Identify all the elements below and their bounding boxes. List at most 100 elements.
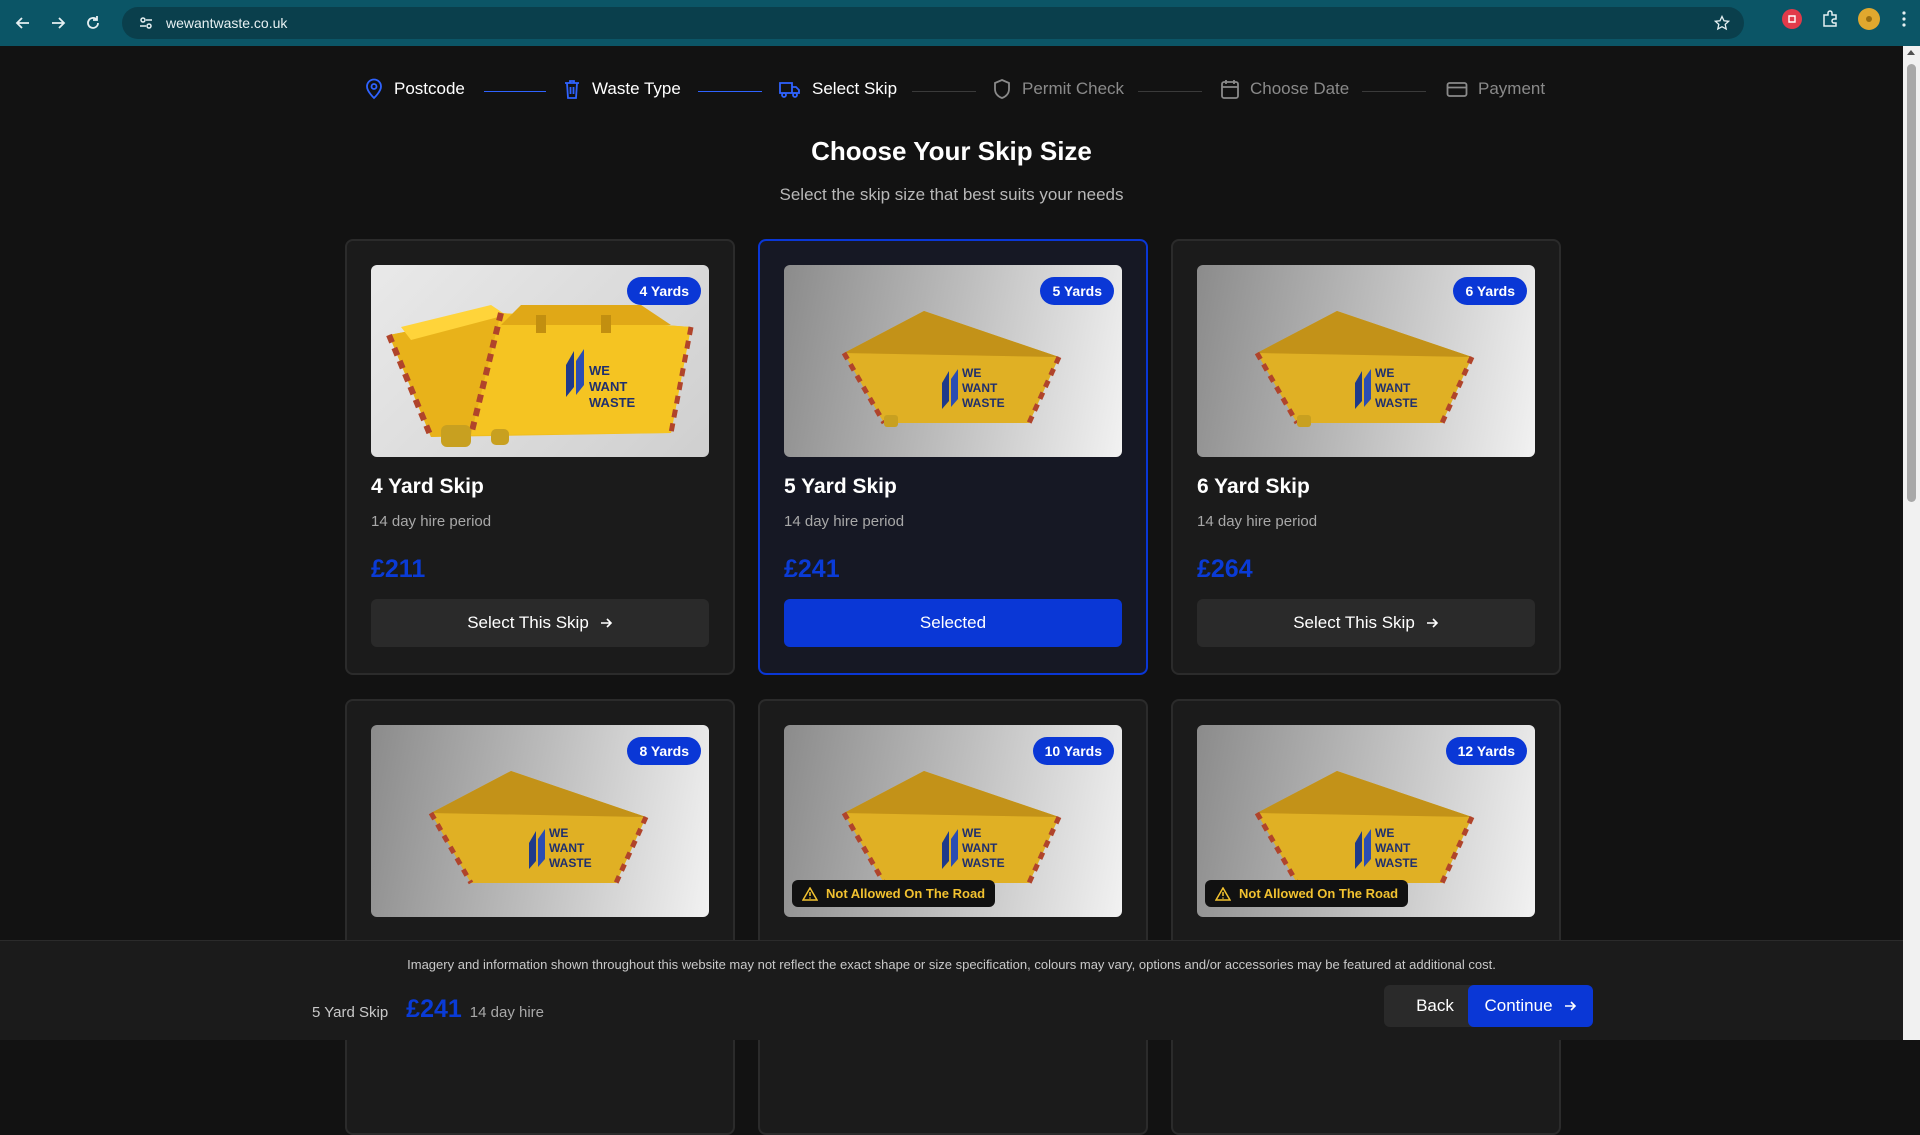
page-scrollbar[interactable] [1903, 46, 1920, 1040]
warning-triangle-icon [1215, 886, 1231, 901]
svg-text:WE: WE [1375, 826, 1394, 840]
arrow-right-icon [1564, 1001, 1576, 1011]
skip-title: 4 Yard Skip [371, 475, 484, 498]
step-permit-check[interactable]: Permit Check [992, 78, 1124, 100]
calendar-icon [1221, 80, 1239, 99]
forward-arrow-icon[interactable] [43, 8, 73, 38]
back-arrow-icon[interactable] [8, 8, 38, 38]
svg-text:WASTE: WASTE [962, 396, 1005, 410]
step-connector [1362, 91, 1426, 92]
step-payment[interactable]: Payment [1446, 78, 1545, 100]
scrollbar-thumb[interactable] [1907, 64, 1916, 502]
step-label: Select Skip [812, 79, 898, 98]
svg-text:WANT: WANT [962, 381, 998, 395]
url-text[interactable]: wewantwaste.co.uk [166, 15, 287, 31]
trash-icon [565, 80, 579, 99]
step-select-skip[interactable]: Select Skip [778, 78, 897, 100]
skip-card[interactable]: WE WANT WASTE 6 Yards 6 Yard Skip 14 day… [1171, 239, 1561, 675]
step-connector [912, 91, 976, 92]
svg-text:WASTE: WASTE [1375, 396, 1418, 410]
skip-image: WE WANT WASTE 6 Yards [1197, 265, 1535, 457]
yard-size-badge: 8 Yards [627, 737, 701, 765]
extension-icon[interactable] [1782, 9, 1802, 29]
hire-period: 14 day hire period [1197, 513, 1318, 530]
skip-card-selected[interactable]: WE WANT WASTE 5 Yards 5 Yard Skip 14 day… [758, 239, 1148, 675]
page-subtitle: Select the skip size that best suits you… [779, 185, 1124, 204]
selected-hire-period: 14 day hire [469, 1004, 545, 1021]
warning-text: Not Allowed On The Road [826, 886, 986, 901]
skip-image: WE WANT WASTE 10 Yards Not Allowed On Th… [784, 725, 1122, 917]
continue-button[interactable]: Continue [1468, 985, 1593, 1027]
skip-card[interactable]: WE WANT WASTE 10 Yards Not Allowed On Th… [758, 699, 1148, 1135]
truck-icon [779, 82, 800, 98]
selected-summary: 5 Yard Skip £241 14 day hire [312, 995, 544, 1024]
skip-title: 5 Yard Skip [784, 475, 897, 498]
road-warning-badge: Not Allowed On The Road [792, 880, 996, 907]
hire-period: 14 day hire period [371, 513, 492, 530]
bookmark-star-icon[interactable] [1712, 13, 1732, 33]
reload-icon[interactable] [78, 8, 108, 38]
yard-size-badge: 10 Yards [1032, 737, 1114, 765]
svg-text:WE: WE [549, 826, 568, 840]
yard-size-badge: 12 Yards [1445, 737, 1527, 765]
address-bar[interactable]: wewantwaste.co.uk [122, 7, 1744, 39]
extensions-puzzle-icon[interactable] [1820, 9, 1840, 29]
profile-avatar[interactable] [1858, 8, 1880, 30]
shield-icon [994, 79, 1010, 99]
select-skip-button[interactable]: Select This Skip [1197, 599, 1535, 647]
svg-text:WASTE: WASTE [589, 395, 636, 410]
skip-image: WE WANT WASTE 8 Yards [371, 725, 709, 917]
skip-card[interactable]: WE WANT WASTE 12 Yards Not Allowed On Th… [1171, 699, 1561, 1135]
svg-text:WANT: WANT [549, 841, 585, 855]
step-label: Waste Type [592, 79, 681, 98]
selected-skip-name: 5 Yard Skip [312, 1004, 389, 1021]
progress-steps: Postcode Waste Type Select Skip Permit C… [0, 78, 1903, 104]
back-button-label: Back [1416, 996, 1454, 1015]
browser-toolbar: wewantwaste.co.uk [0, 0, 1920, 46]
yard-size-badge: 5 Yards [1040, 277, 1114, 305]
select-skip-button[interactable]: Select This Skip [371, 599, 709, 647]
step-label: Permit Check [1022, 79, 1125, 98]
road-warning-badge: Not Allowed On The Road [1205, 880, 1409, 907]
page-title: Choose Your Skip Size [811, 136, 1092, 166]
step-label: Choose Date [1250, 79, 1350, 98]
scroll-up-arrow-icon[interactable] [1907, 50, 1915, 55]
step-label: Payment [1478, 79, 1546, 98]
credit-card-icon [1446, 82, 1468, 97]
step-label: Postcode [394, 79, 465, 98]
svg-text:WASTE: WASTE [1375, 856, 1418, 870]
selection-footer: Imagery and information shown throughout… [0, 940, 1903, 1040]
skip-card[interactable]: WE WANT WASTE 8 Yards [345, 699, 735, 1135]
continue-button-label: Continue [1484, 996, 1553, 1015]
map-pin-icon [366, 78, 382, 100]
svg-text:WANT: WANT [962, 841, 998, 855]
hire-period: 14 day hire period [784, 513, 905, 530]
skip-price: £211 [371, 555, 426, 583]
skip-image: WE WANT WASTE 12 Yards Not Allowed On Th… [1197, 725, 1535, 917]
svg-text:WASTE: WASTE [549, 856, 592, 870]
svg-text:WE: WE [962, 366, 981, 380]
warning-triangle-icon [802, 886, 818, 901]
site-info-icon[interactable] [136, 13, 156, 33]
step-connector [698, 91, 762, 92]
skip-title: 6 Yard Skip [1197, 475, 1310, 498]
skip-image: WE WANT WASTE 5 Yards [784, 265, 1122, 457]
selected-skip-button[interactable]: Selected [784, 599, 1122, 647]
svg-text:WE: WE [962, 826, 981, 840]
svg-text:WANT: WANT [1375, 381, 1411, 395]
skip-price: £241 [784, 555, 840, 583]
yard-size-badge: 4 Yards [627, 277, 701, 305]
step-choose-date[interactable]: Choose Date [1220, 78, 1349, 100]
step-postcode[interactable]: Postcode [364, 78, 465, 100]
svg-text:WE: WE [1375, 366, 1394, 380]
skip-image: WE WANT WASTE 4 Yards [371, 265, 709, 457]
selected-skip-price: £241 [406, 995, 462, 1023]
browser-menu-icon[interactable] [1898, 8, 1910, 30]
arrow-right-icon [1426, 618, 1438, 628]
button-label: Select This Skip [467, 613, 589, 632]
skip-card[interactable]: WE WANT WASTE 4 Yards 4 Yard Skip 14 day… [345, 239, 735, 675]
svg-text:WE: WE [589, 363, 610, 378]
svg-text:WANT: WANT [1375, 841, 1411, 855]
skip-price: £264 [1197, 555, 1253, 583]
step-waste-type[interactable]: Waste Type [562, 78, 681, 100]
